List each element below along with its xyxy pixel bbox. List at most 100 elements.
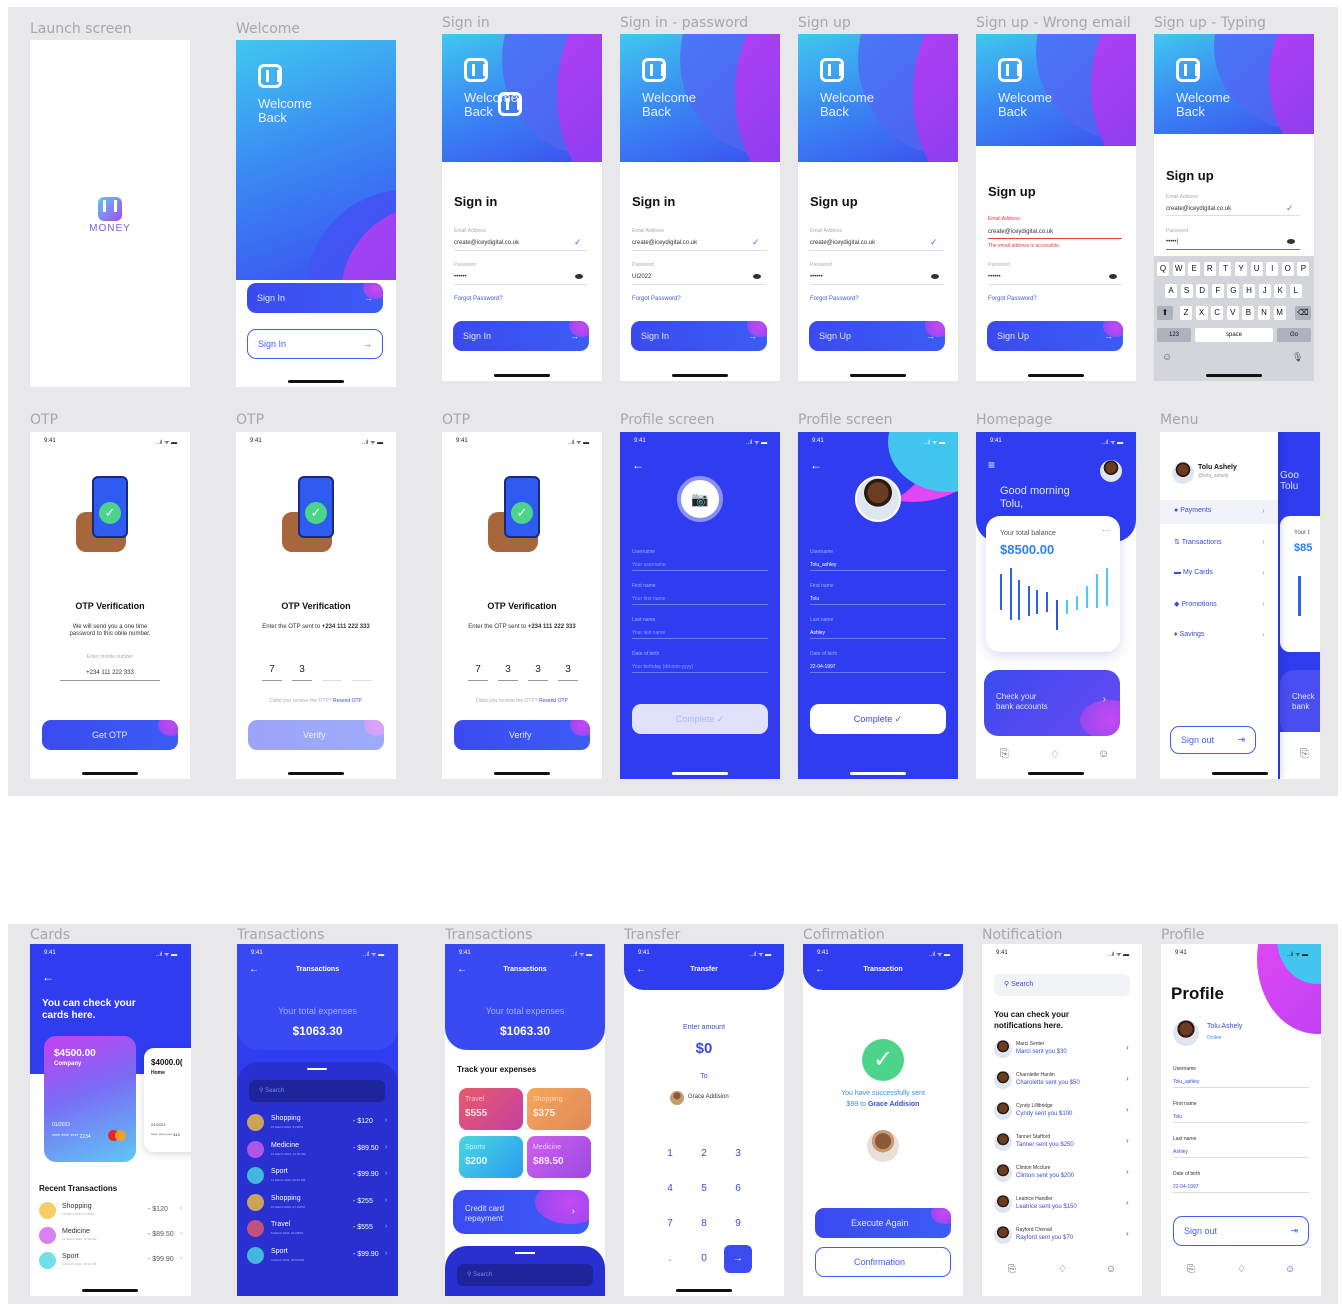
user-icon[interactable]: ☺ xyxy=(1285,1264,1295,1275)
chevron-right-icon[interactable]: › xyxy=(180,1255,182,1262)
verify-button-disabled[interactable]: Verify xyxy=(248,720,384,750)
keyboard-key[interactable]: R xyxy=(1203,262,1216,276)
more-icon[interactable]: ··· xyxy=(1102,526,1110,535)
numpad-key-9[interactable]: 9 xyxy=(724,1210,752,1238)
chevron-right-icon[interactable]: › xyxy=(1126,1198,1129,1207)
wallet-icon[interactable]: ⎘ xyxy=(1187,1264,1195,1275)
keyboard-key[interactable]: K xyxy=(1274,284,1287,298)
keyboard-key[interactable]: H xyxy=(1243,284,1255,298)
field-value[interactable]: 22-04-1997 xyxy=(1173,1184,1199,1190)
forgot-password-link[interactable]: Forgot Password? xyxy=(454,296,503,302)
first-name-field[interactable]: Your first name xyxy=(632,596,665,602)
user-avatar[interactable] xyxy=(1100,460,1122,482)
sign-in-outline-button[interactable]: Sign In → xyxy=(247,329,383,359)
credit-card-repayment-button[interactable]: Credit card repayment › xyxy=(453,1190,589,1234)
keyboard-key[interactable]: O xyxy=(1281,262,1294,276)
chevron-right-icon[interactable]: › xyxy=(385,1197,387,1204)
balance-card[interactable]: Your total balance ··· $8500.00 xyxy=(986,516,1120,652)
shift-key[interactable]: ⬆ xyxy=(1157,306,1173,320)
username-field[interactable]: Tolu_ashley xyxy=(810,562,836,568)
numpad-key-5[interactable]: 5 xyxy=(690,1175,718,1203)
menu-item-savings[interactable]: ♦ Savings xyxy=(1174,631,1204,638)
sign-in-button[interactable]: Sign In → xyxy=(631,321,767,351)
last-name-field[interactable]: Ashley xyxy=(810,630,825,636)
user-icon[interactable]: ☺ xyxy=(1098,748,1109,760)
tile-medicine[interactable]: Medicine $89.50 xyxy=(527,1136,591,1178)
chevron-right-icon[interactable]: › xyxy=(385,1223,387,1230)
menu-item-promotions[interactable]: ◆ Promotions xyxy=(1174,600,1217,608)
chevron-right-icon[interactable]: › xyxy=(385,1170,387,1177)
menu-icon[interactable]: ≡ xyxy=(988,458,995,472)
keyboard-key[interactable]: G xyxy=(1227,284,1240,298)
email-field[interactable]: create@iceydigital.co.uk xyxy=(810,240,875,246)
resend-otp-link[interactable]: Resend OTP xyxy=(539,698,568,704)
get-otp-button[interactable]: Get OTP xyxy=(42,720,178,750)
field-value[interactable]: Tolu xyxy=(1173,1114,1182,1120)
numpad-key-6[interactable]: 6 xyxy=(724,1175,752,1203)
email-field[interactable]: create@iceydigital.co.uk xyxy=(454,240,519,246)
tile-travel[interactable]: Travel $555 xyxy=(459,1088,523,1130)
forgot-password-link[interactable]: Forgot Password? xyxy=(632,296,681,302)
search-input[interactable]: ⚲ Search xyxy=(994,974,1130,996)
resend-otp-link[interactable]: Resend OTP xyxy=(333,698,362,704)
back-arrow-icon[interactable]: ← xyxy=(810,458,822,472)
chevron-right-icon[interactable]: › xyxy=(1126,1043,1129,1052)
keyboard-key[interactable]: Q xyxy=(1157,262,1169,276)
keyboard-key[interactable]: F xyxy=(1211,284,1224,298)
numpad-key-dot[interactable]: . xyxy=(656,1245,684,1273)
numpad-key-7[interactable]: 7 xyxy=(656,1210,684,1238)
user-icon[interactable]: ☺ xyxy=(1106,1264,1116,1275)
back-arrow-icon[interactable]: ← xyxy=(42,970,54,984)
username-field[interactable]: Your username xyxy=(632,562,666,568)
field-value[interactable]: Tolu_ashley xyxy=(1173,1079,1199,1085)
complete-button[interactable]: Complete ✓ xyxy=(810,704,946,734)
password-field[interactable]: •••••• xyxy=(454,274,467,280)
keyboard-key[interactable]: X xyxy=(1195,306,1208,320)
delete-key[interactable]: ⌫ xyxy=(1295,306,1311,320)
chevron-right-icon[interactable]: › xyxy=(1126,1136,1129,1145)
chevron-right-icon[interactable]: › xyxy=(385,1144,387,1151)
first-name-field[interactable]: Tolu xyxy=(810,596,819,602)
emoji-icon[interactable]: ☺ xyxy=(1162,352,1172,363)
field-value[interactable]: Ashley xyxy=(1173,1149,1188,1155)
sign-up-button[interactable]: Sign Up → xyxy=(987,321,1123,351)
password-field[interactable]: •••••• xyxy=(810,274,823,280)
search-input[interactable]: ⚲ Search xyxy=(457,1264,593,1286)
mobile-field[interactable]: +234 111 222 333 xyxy=(30,670,190,676)
profile-avatar[interactable] xyxy=(855,476,901,522)
numpad-key-4[interactable]: 4 xyxy=(656,1175,684,1203)
chevron-right-icon[interactable]: › xyxy=(1126,1167,1129,1176)
bell-icon[interactable]: ♢ xyxy=(1237,1264,1246,1275)
home-card[interactable]: $4000.0( Home 01/2023 **** **** **** 343 xyxy=(144,1048,191,1152)
back-arrow-icon[interactable]: ← xyxy=(632,458,644,472)
space-key[interactable]: space xyxy=(1195,328,1273,342)
menu-item-my-cards[interactable]: ▬ My Cards xyxy=(1174,569,1213,576)
go-key[interactable]: Go xyxy=(1277,328,1311,342)
keyboard-key[interactable]: S xyxy=(1180,284,1193,298)
microphone-icon[interactable]: 🎙 xyxy=(1292,352,1303,363)
menu-item-payments[interactable]: ● Payments xyxy=(1174,507,1211,514)
otp-digit[interactable]: 7 xyxy=(262,664,282,675)
execute-again-button[interactable]: Execute Again xyxy=(815,1208,951,1238)
chevron-right-icon[interactable]: › xyxy=(1126,1229,1129,1238)
bell-icon[interactable]: ♢ xyxy=(1058,1264,1067,1275)
numpad-key-1[interactable]: 1 xyxy=(656,1140,684,1168)
password-field[interactable]: UI2022 xyxy=(632,274,651,280)
keyboard-key[interactable]: M xyxy=(1273,306,1286,320)
eye-icon[interactable] xyxy=(575,274,583,279)
numbers-key[interactable]: 123 xyxy=(1157,328,1191,342)
otp-digit[interactable]: 3 xyxy=(528,664,548,675)
amount-field[interactable]: $0 xyxy=(624,1040,784,1057)
numpad-key-2[interactable]: 2 xyxy=(690,1140,718,1168)
tile-sports[interactable]: Sports $200 xyxy=(459,1136,523,1178)
dob-field[interactable]: Your birthday (dd-mm-yyyy) xyxy=(632,664,693,670)
eye-slash-icon[interactable] xyxy=(753,274,761,279)
email-field[interactable]: create@iceydigital.co.uk xyxy=(988,229,1053,235)
keyboard-key[interactable]: J xyxy=(1258,284,1271,298)
keyboard-key[interactable]: P xyxy=(1297,262,1310,276)
email-field[interactable]: create@iceydigital.co.uk xyxy=(632,240,697,246)
recipient-name[interactable]: Grace Addision xyxy=(688,1094,729,1100)
check-bank-accounts-button[interactable]: Check your bank accounts › xyxy=(984,670,1120,736)
sign-out-button[interactable]: Sign out ⇥ xyxy=(1170,726,1256,754)
sign-up-button[interactable]: Sign Up → xyxy=(809,321,945,351)
